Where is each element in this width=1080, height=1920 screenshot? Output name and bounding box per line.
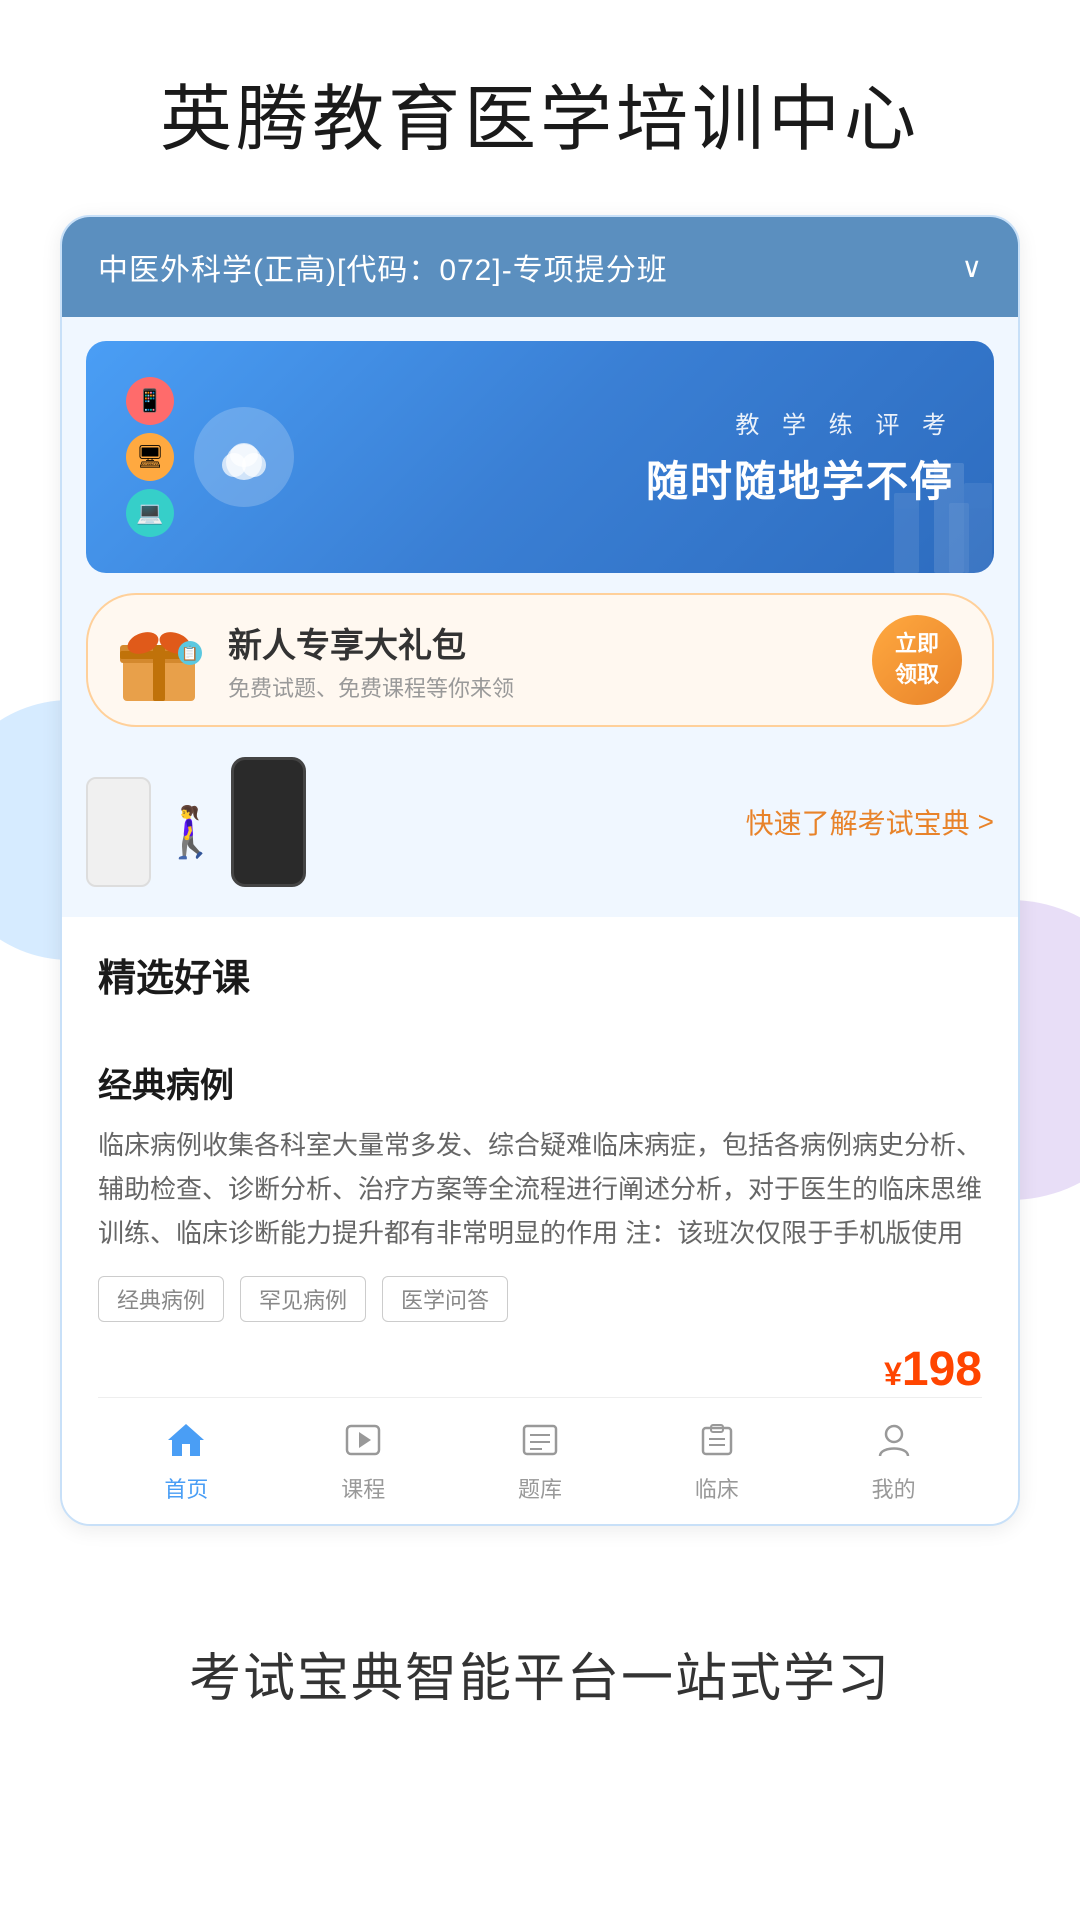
gift-text-area: 新人专享大礼包 免费试题、免费课程等你来领 bbox=[228, 618, 514, 703]
course-name: 经典病例 bbox=[98, 1058, 982, 1107]
page-title: 英腾教育医学培训中心 bbox=[40, 60, 1040, 165]
nav-label-profile: 我的 bbox=[872, 1472, 916, 1504]
main-banner: 📱 🖥 💻 教 学 练 评 考 随时随地学不停 bbox=[86, 341, 994, 573]
person-icon bbox=[868, 1414, 920, 1466]
nav-label-home: 首页 bbox=[164, 1472, 208, 1504]
quick-link-section: 🚶‍♀️ 快速了解考试宝典 > bbox=[86, 747, 994, 897]
banner-title: 随时随地学不停 bbox=[646, 448, 954, 509]
banner-icons: 📱 🖥 💻 bbox=[126, 377, 174, 537]
gift-subtitle: 免费试题、免费课程等你来领 bbox=[228, 671, 514, 703]
nav-item-home[interactable]: 首页 bbox=[98, 1414, 275, 1504]
price-value: 198 bbox=[902, 1343, 982, 1396]
main-content: 精选好课 经典病例 临床病例收集各科室大量常多发、综合疑难临床病症，包括各病例病… bbox=[62, 917, 1018, 1524]
person-walking-icon: 🚶‍♀️ bbox=[161, 777, 221, 887]
chevron-down-icon: ∨ bbox=[962, 251, 983, 284]
course-tag-item: 经典病例 bbox=[98, 1276, 224, 1322]
gift-left: 📋 新人专享大礼包 免费试题、免费课程等你来领 bbox=[118, 618, 514, 703]
banner-right: 教 学 练 评 考 随时随地学不停 bbox=[646, 405, 954, 509]
gift-icon: 📋 bbox=[118, 625, 208, 695]
tablet-icon: 📱 bbox=[126, 377, 174, 425]
svg-text:📋: 📋 bbox=[181, 645, 198, 662]
course-selector[interactable]: 中医外科学(正高)[代码：072]-专项提分班 ∨ bbox=[62, 217, 1018, 317]
phone-small-icon bbox=[86, 777, 151, 887]
nav-item-profile[interactable]: 我的 bbox=[805, 1414, 982, 1504]
phone-tall-icon bbox=[231, 757, 306, 887]
monitor-icon: 🖥 bbox=[126, 433, 174, 481]
section-title-courses: 精选好课 bbox=[98, 947, 982, 1002]
bottom-navigation: 首页 课程 bbox=[98, 1397, 982, 1524]
nav-label-questionbank: 题库 bbox=[518, 1472, 562, 1504]
quick-link-arrow-icon: > bbox=[978, 806, 994, 838]
laptop-icon: 💻 bbox=[126, 489, 174, 537]
play-icon bbox=[337, 1414, 389, 1466]
phone-mockups: 🚶‍♀️ bbox=[86, 757, 306, 887]
course-description: 临床病例收集各科室大量常多发、综合疑难临床病症，包括各病例病史分析、辅助检查、诊… bbox=[98, 1123, 982, 1256]
footer-text: 考试宝典智能平台一站式学习 bbox=[40, 1636, 1040, 1711]
gift-btn-line1: 立即 bbox=[895, 629, 939, 660]
quick-link[interactable]: 快速了解考试宝典 > bbox=[746, 802, 994, 842]
home-icon bbox=[160, 1414, 212, 1466]
banner-subtitle: 教 学 练 评 考 bbox=[646, 405, 954, 440]
course-tag-item: 罕见病例 bbox=[240, 1276, 366, 1322]
course-card: 经典病例 临床病例收集各科室大量常多发、综合疑难临床病症，包括各病例病史分析、辅… bbox=[98, 1030, 982, 1397]
course-selector-text: 中医外科学(正高)[代码：072]-专项提分班 bbox=[98, 245, 668, 289]
gift-title: 新人专享大礼包 bbox=[228, 618, 514, 667]
gift-banner[interactable]: 📋 新人专享大礼包 免费试题、免费课程等你来领 立即 领取 bbox=[86, 593, 994, 727]
cloud-icon bbox=[194, 407, 294, 507]
page-header: 英腾教育医学培训中心 bbox=[0, 0, 1080, 205]
quick-link-label: 快速了解考试宝典 bbox=[746, 802, 970, 842]
price-symbol: ¥ bbox=[884, 1356, 902, 1392]
course-tag-item: 医学问答 bbox=[382, 1276, 508, 1322]
nav-item-questionbank[interactable]: 题库 bbox=[452, 1414, 629, 1504]
footer-tagline: 考试宝典智能平台一站式学习 bbox=[0, 1586, 1080, 1791]
clipboard-icon bbox=[691, 1414, 743, 1466]
course-tags: 经典病例 罕见病例 医学问答 bbox=[98, 1276, 982, 1322]
app-card: 中医外科学(正高)[代码：072]-专项提分班 ∨ 📱 🖥 💻 教 学 练 评 … bbox=[60, 215, 1020, 1526]
nav-label-clinical: 临床 bbox=[695, 1472, 739, 1504]
list-icon bbox=[514, 1414, 566, 1466]
nav-label-courses: 课程 bbox=[341, 1472, 385, 1504]
gift-claim-button[interactable]: 立即 领取 bbox=[872, 615, 962, 705]
gift-btn-line2: 领取 bbox=[895, 660, 939, 691]
banner-left: 📱 🖥 💻 bbox=[126, 377, 294, 537]
nav-item-courses[interactable]: 课程 bbox=[275, 1414, 452, 1504]
nav-item-clinical[interactable]: 临床 bbox=[628, 1414, 805, 1504]
course-price: ¥198 bbox=[98, 1342, 982, 1397]
